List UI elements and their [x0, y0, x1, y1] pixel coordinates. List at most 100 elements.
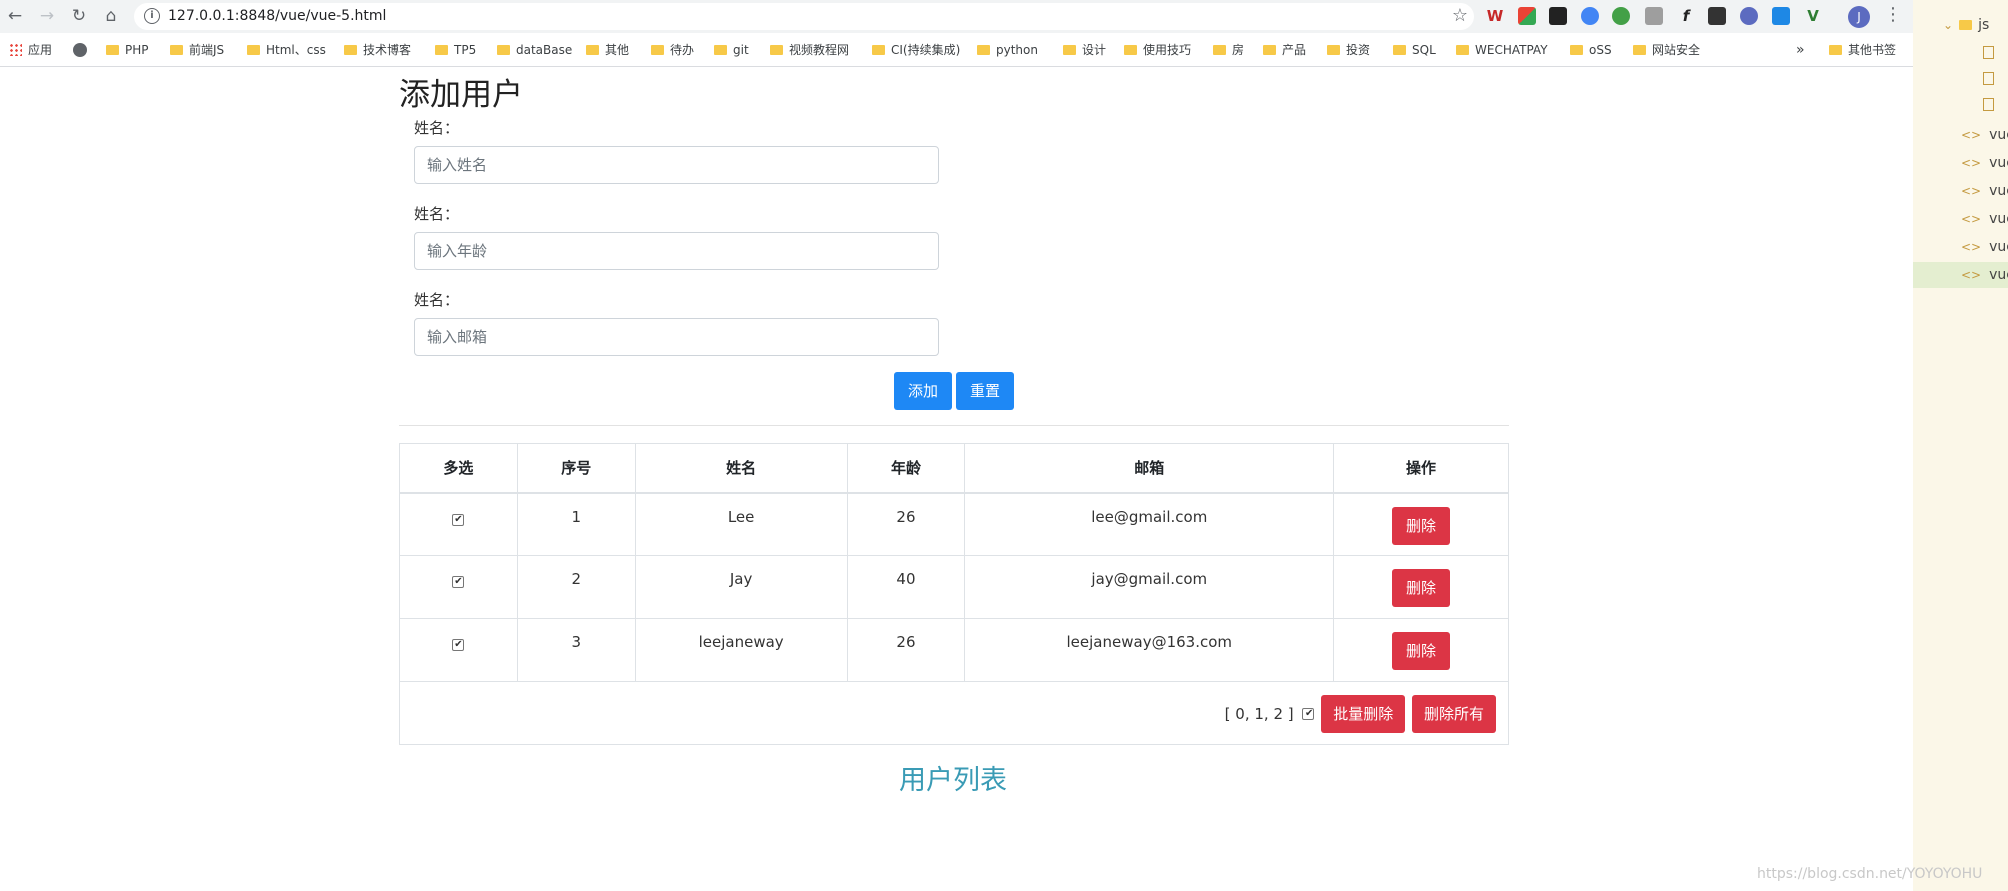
purple-extension-icon[interactable]: [1740, 7, 1758, 25]
file-icon: [1983, 72, 1994, 85]
folder-icon: [651, 45, 664, 55]
bookmark-item[interactable]: 产品: [1263, 41, 1306, 59]
col-header-email: 邮箱: [964, 443, 1335, 494]
code-icon: <>: [1961, 156, 1982, 170]
delete-row-button[interactable]: 删除: [1392, 506, 1451, 545]
bookmark-item[interactable]: PHP: [106, 41, 149, 59]
code-icon: <>: [1961, 268, 1982, 282]
folder-icon: [1456, 45, 1469, 55]
folder-icon: [1959, 20, 1973, 30]
file-icon: [1983, 98, 1994, 111]
ide-file-vue[interactable]: <>vue: [1913, 178, 2008, 204]
bookmark-item[interactable]: 视频教程网: [770, 41, 849, 59]
row-checkbox[interactable]: ✔: [452, 576, 465, 588]
bookmark-item[interactable]: 房: [1213, 41, 1244, 59]
folder-icon: [586, 45, 599, 55]
bookmarks-overflow-chevron-icon[interactable]: »: [1796, 41, 1805, 59]
vue-devtools-icon[interactable]: V: [1804, 7, 1822, 25]
address-bar-row: ← → ↻ ⌂ i 127.0.0.1:8848/vue/vue-5.html …: [0, 0, 1913, 33]
age-input[interactable]: [414, 232, 939, 270]
bookmark-item[interactable]: 前端JS: [170, 41, 224, 59]
ide-file[interactable]: [1913, 66, 2008, 92]
bookmark-item[interactable]: TP5: [435, 41, 476, 59]
browser-menu-icon[interactable]: ⋮: [1884, 4, 1902, 25]
ide-folder-js[interactable]: ⌄ js: [1913, 12, 2008, 38]
ide-file-tree: ⌄js <>vue <>vue <>vue <>vue <>vue <>vue: [1913, 0, 2008, 891]
row-age: 26: [846, 492, 966, 556]
bookmark-item[interactable]: WECHATPAY: [1456, 41, 1548, 59]
delete-row-button[interactable]: 删除: [1392, 569, 1451, 607]
ide-file-vue[interactable]: <>vue: [1913, 122, 2008, 148]
bookmark-item[interactable]: 待办: [651, 41, 694, 59]
col-header-age: 年龄: [846, 443, 966, 494]
row-email: jay@gmail.com: [964, 555, 1335, 619]
email-label: 姓名：: [414, 291, 460, 309]
bookmark-item[interactable]: CI(持续集成): [872, 41, 960, 59]
select-all-checkbox[interactable]: ✔: [1302, 708, 1315, 720]
email-input[interactable]: [414, 318, 939, 356]
table-row: ✔ 1 Lee 26 lee@gmail.com 删除: [399, 492, 1509, 556]
bookmark-item[interactable]: oSS: [1570, 41, 1612, 59]
camera-extension-icon[interactable]: [1645, 7, 1663, 25]
blue-extension-icon[interactable]: [1581, 7, 1599, 25]
ide-file[interactable]: [1913, 40, 2008, 66]
delete-row-button[interactable]: 删除: [1392, 632, 1451, 670]
profile-avatar[interactable]: J: [1848, 6, 1870, 28]
add-button[interactable]: 添加: [894, 372, 952, 410]
bookmarks-bar: 应用 PHP 前端JS Html、css 技术博客 TP5 dataBase 其…: [0, 37, 1913, 63]
bookmark-apps[interactable]: 应用: [9, 41, 52, 59]
col-header-index: 序号: [516, 443, 636, 494]
folder-icon: [106, 45, 119, 55]
site-info-icon[interactable]: i: [144, 8, 160, 24]
wps-extension-icon[interactable]: W: [1486, 7, 1504, 25]
folder-icon: [1213, 45, 1226, 55]
row-checkbox[interactable]: ✔: [452, 639, 465, 651]
url-text[interactable]: 127.0.0.1:8848/vue/vue-5.html: [168, 8, 386, 24]
home-icon[interactable]: ⌂: [99, 4, 123, 28]
bookmark-item[interactable]: 技术博客: [344, 41, 411, 59]
colorful-extension-icon[interactable]: [1518, 7, 1536, 25]
row-actions: 删除: [1333, 618, 1509, 682]
row-checkbox[interactable]: ✔: [452, 513, 465, 526]
table-header-row: 多选 序号 姓名 年龄 邮箱 操作: [399, 443, 1509, 494]
bookmark-item[interactable]: 设计: [1063, 41, 1106, 59]
green-extension-icon[interactable]: [1612, 7, 1630, 25]
batch-delete-button[interactable]: 批量删除: [1321, 695, 1406, 733]
bookmark-globe[interactable]: [73, 41, 87, 59]
folder-icon: [714, 45, 727, 55]
row-email: lee@gmail.com: [964, 492, 1335, 556]
bookmark-item[interactable]: SQL: [1393, 41, 1436, 59]
bookmark-item[interactable]: 使用技巧: [1124, 41, 1191, 59]
qrcode-extension-icon[interactable]: [1708, 7, 1726, 25]
bookmark-item[interactable]: 网站安全: [1633, 41, 1700, 59]
trello-extension-icon[interactable]: [1772, 7, 1790, 25]
row-index: 1: [516, 492, 636, 556]
ide-file-vue-active[interactable]: <>vue: [1913, 262, 2008, 288]
reset-button[interactable]: 重置: [956, 372, 1014, 410]
ide-file-vue[interactable]: <>vue: [1913, 234, 2008, 260]
col-header-name: 姓名: [634, 443, 848, 494]
bookmark-item[interactable]: 其他: [586, 41, 629, 59]
bookmark-item[interactable]: 投资: [1327, 41, 1370, 59]
back-icon[interactable]: ←: [3, 4, 27, 28]
bookmark-item[interactable]: dataBase: [497, 41, 572, 59]
bookmark-star-icon[interactable]: ☆: [1452, 5, 1468, 26]
bookmark-item[interactable]: git: [714, 41, 749, 59]
omnibox[interactable]: i 127.0.0.1:8848/vue/vue-5.html ☆: [134, 3, 1474, 30]
other-bookmarks[interactable]: 其他书签: [1829, 41, 1896, 59]
row-name: Lee: [634, 492, 848, 556]
row-select-cell: ✔: [399, 492, 518, 556]
ide-file-vue[interactable]: <>vue: [1913, 206, 2008, 232]
forward-icon[interactable]: →: [35, 4, 59, 28]
formula-extension-icon[interactable]: f: [1677, 7, 1695, 25]
bookmark-item[interactable]: python: [977, 41, 1038, 59]
row-index: 2: [516, 555, 636, 619]
ide-file-vue[interactable]: <>vue: [1913, 150, 2008, 176]
folder-icon: [435, 45, 448, 55]
ide-file[interactable]: [1913, 92, 2008, 118]
reload-icon[interactable]: ↻: [67, 4, 91, 28]
bookmark-item[interactable]: Html、css: [247, 41, 326, 59]
delete-all-button[interactable]: 删除所有: [1411, 695, 1496, 733]
dark-extension-icon[interactable]: [1549, 7, 1567, 25]
name-input[interactable]: [414, 146, 939, 184]
